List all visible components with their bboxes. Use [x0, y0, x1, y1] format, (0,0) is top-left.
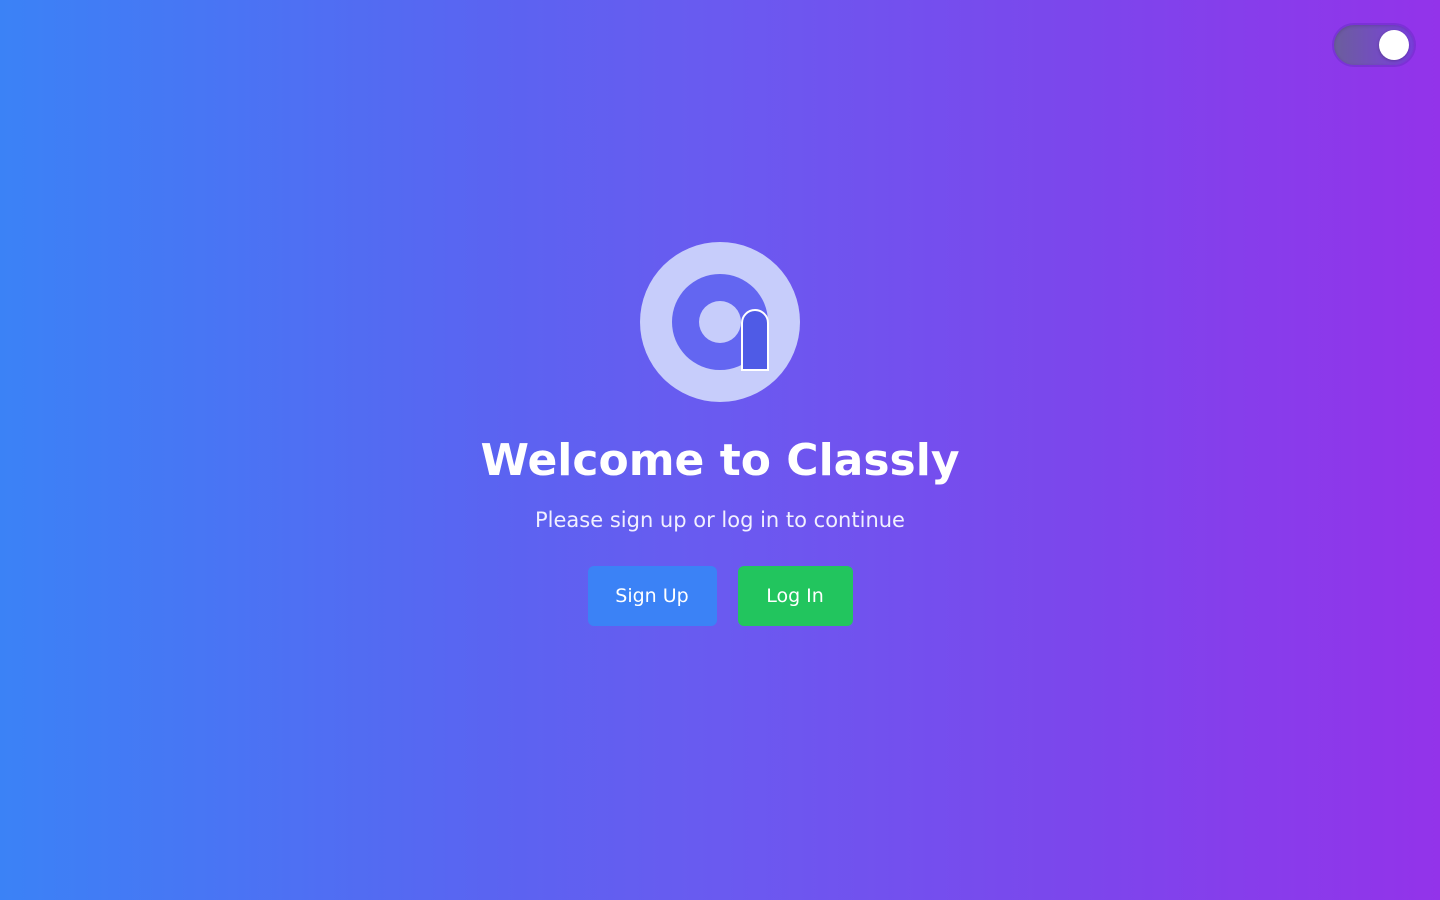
classly-logo-icon — [640, 242, 800, 402]
log-in-button[interactable]: Log In — [737, 566, 853, 626]
welcome-panel: Welcome to Classly Please sign up or log… — [0, 242, 1440, 626]
page-title: Welcome to Classly — [480, 435, 960, 486]
sign-up-button[interactable]: Sign Up — [587, 566, 717, 626]
theme-toggle[interactable] — [1334, 25, 1414, 65]
page-subtitle: Please sign up or log in to continue — [535, 508, 905, 532]
auth-buttons: Sign Up Log In — [587, 566, 853, 626]
toggle-knob — [1379, 30, 1409, 60]
